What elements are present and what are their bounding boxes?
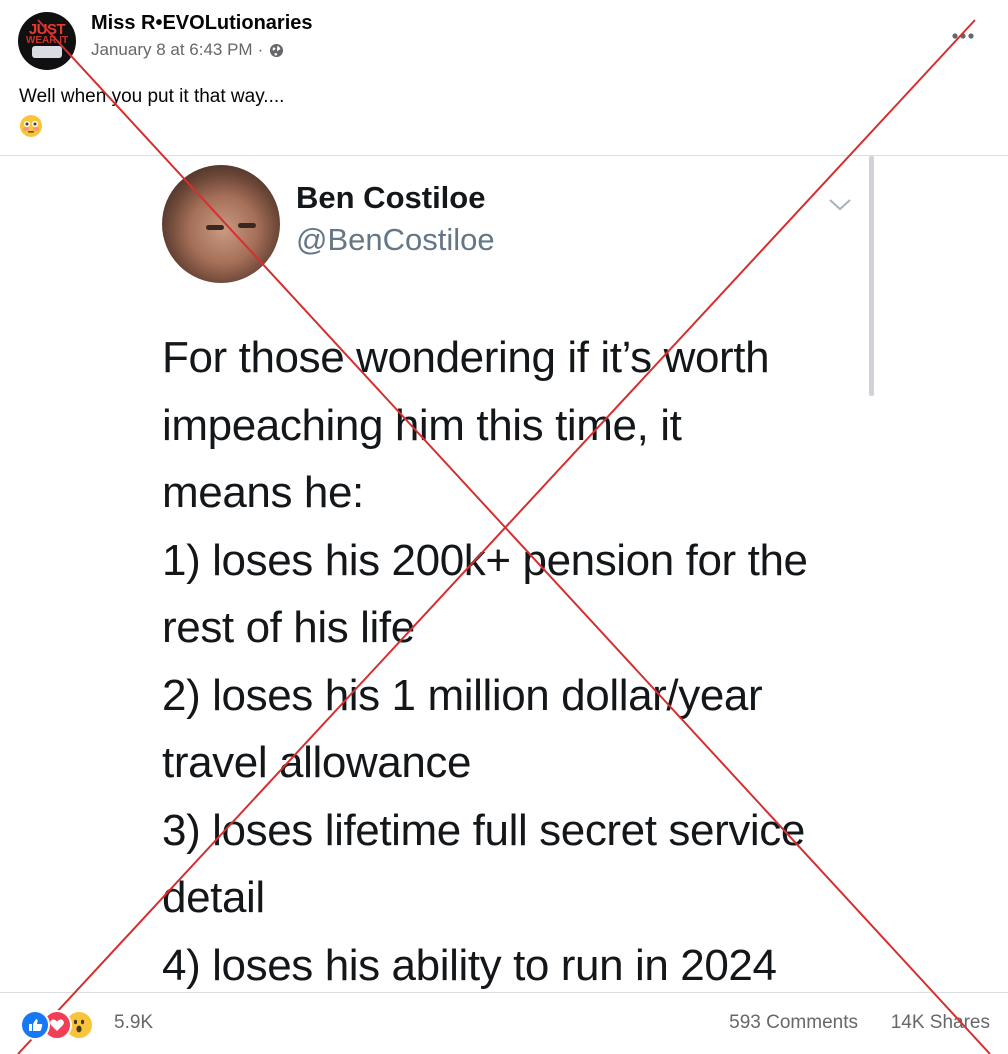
tweet-line: 4) loses his ability to run in 2024 bbox=[162, 940, 777, 990]
page-avatar[interactable]: JUST WEAR IT bbox=[18, 12, 76, 70]
tweet-line: detail bbox=[162, 873, 265, 922]
avatar-eye bbox=[206, 225, 224, 230]
tweet-line: rest of his life bbox=[162, 603, 415, 652]
avatar-eye bbox=[238, 223, 256, 228]
shares-count-link[interactable]: 14K Shares bbox=[891, 1012, 990, 1034]
more-options-icon[interactable] bbox=[950, 26, 976, 46]
tweet-line: 1) loses his 200k+ pension for the bbox=[162, 535, 808, 585]
scrollbar bbox=[869, 156, 874, 396]
tweet-author-avatar bbox=[162, 165, 280, 283]
divider bbox=[0, 992, 1008, 993]
post-timestamp[interactable]: January 8 at 6:43 PM bbox=[91, 40, 253, 60]
page-name-link[interactable]: Miss R•EVOLutionaries bbox=[91, 12, 313, 35]
comments-count-link[interactable]: 593 Comments bbox=[729, 1012, 858, 1034]
tweet-text: For those wondering if it’s worth impeac… bbox=[162, 324, 862, 992]
meta-separator: · bbox=[257, 40, 264, 59]
globe-icon[interactable] bbox=[269, 43, 284, 58]
post-caption: Well when you put it that way.... bbox=[19, 86, 285, 107]
face-mask-graphic bbox=[32, 46, 62, 58]
avatar-logo-line2: WEAR IT bbox=[25, 35, 69, 46]
tweet-author-handle: @BenCostiloe bbox=[296, 222, 495, 257]
chevron-down-icon bbox=[826, 194, 854, 214]
post-meta: January 8 at 6:43 PM · bbox=[91, 40, 284, 60]
tweet-line: For those wondering if it’s worth bbox=[162, 333, 770, 382]
like-icon bbox=[20, 1010, 50, 1040]
tweet-line: 2) loses his 1 million dollar/year bbox=[162, 670, 763, 720]
tweet-line: travel allowance bbox=[162, 738, 472, 787]
reaction-count[interactable]: 5.9K bbox=[114, 1012, 153, 1034]
tweet-line: impeaching him this time, it bbox=[162, 400, 682, 450]
tweet-author-name: Ben Costiloe bbox=[296, 180, 486, 215]
tweet-line: means he: bbox=[162, 468, 364, 517]
tweet-screenshot-image[interactable]: Ben Costiloe @BenCostiloe For those wond… bbox=[0, 156, 1008, 992]
flushed-face-emoji bbox=[19, 114, 43, 138]
reaction-icons[interactable] bbox=[20, 1010, 110, 1040]
tweet-line: 3) loses lifetime full secret service bbox=[162, 805, 805, 855]
